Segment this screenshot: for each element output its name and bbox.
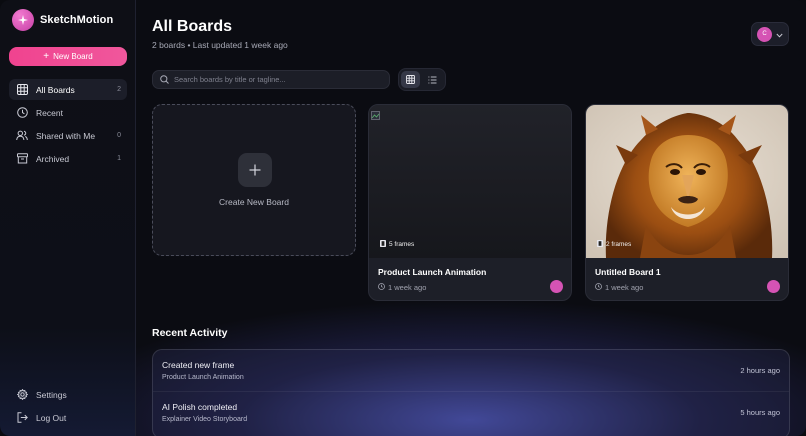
activity-item[interactable]: Created new frame Product Launch Animati…: [153, 350, 789, 390]
grid-view-button[interactable]: [401, 71, 420, 88]
sidebar-bottom-nav: Settings Log Out: [9, 384, 127, 430]
sidebar-item-label: Log Out: [36, 412, 67, 423]
grid-icon: [16, 84, 28, 96]
sidebar-item-label: Shared with Me: [36, 130, 96, 141]
activity-title: AI Polish completed: [162, 402, 238, 412]
sidebar-item-label: Settings: [36, 389, 67, 400]
new-board-label: New Board: [53, 52, 93, 61]
frames-count: 2 frames: [606, 241, 632, 248]
page-title: All Boards: [152, 18, 233, 35]
sidebar-item-count: 1: [117, 155, 121, 162]
sidebar-nav: All Boards 2 Recent Shared with Me 0 Arc…: [9, 79, 127, 171]
users-icon: [16, 130, 28, 142]
broken-image-icon: [371, 107, 380, 125]
avatar: [767, 280, 780, 293]
sidebar-item-all-boards[interactable]: All Boards 2: [9, 79, 127, 100]
gear-icon: [16, 389, 28, 401]
activity-time: 2 hours ago: [740, 366, 780, 375]
activity-title: Created new frame: [162, 360, 235, 370]
board-card[interactable]: 5 frames Product Launch Animation 1 week…: [368, 104, 572, 301]
frames-badge: 2 frames: [594, 239, 634, 250]
board-updated-text: 1 week ago: [605, 283, 644, 292]
list-icon: [428, 71, 437, 89]
board-updated: 1 week ago: [595, 283, 643, 292]
brand-name: SketchMotion: [40, 14, 114, 26]
film-icon: [597, 240, 603, 249]
clock-icon: [595, 283, 602, 292]
sidebar-item-recent[interactable]: Recent: [9, 102, 127, 123]
sidebar-item-label: All Boards: [36, 84, 75, 95]
avatar: C: [757, 26, 772, 42]
app-window: SketchMotion + New Board All Boards 2 Re…: [0, 0, 806, 436]
recent-activity-title: Recent Activity: [152, 327, 228, 339]
lion-illustration: [586, 105, 788, 258]
clock-icon: [16, 107, 28, 119]
avatar: [550, 280, 563, 293]
list-view-button[interactable]: [423, 71, 442, 88]
sidebar-item-settings[interactable]: Settings: [9, 384, 127, 405]
view-toggle: [398, 68, 446, 91]
search-bar[interactable]: [152, 70, 390, 89]
sidebar-item-label: Archived: [36, 153, 70, 164]
clock-icon: [378, 283, 385, 292]
frames-badge: 5 frames: [377, 239, 417, 250]
brand[interactable]: SketchMotion: [12, 9, 113, 31]
create-board-card[interactable]: Create New Board: [152, 104, 356, 256]
sidebar-item-archived[interactable]: Archived 1: [9, 148, 127, 169]
board-updated: 1 week ago: [378, 283, 426, 292]
new-board-button[interactable]: + New Board: [9, 47, 127, 66]
board-thumbnail-lion: 2 frames: [586, 105, 788, 258]
sidebar-item-logout[interactable]: Log Out: [9, 407, 127, 428]
plus-icon: [238, 153, 272, 187]
search-input[interactable]: [174, 75, 384, 84]
activity-board: Explainer Video Storyboard: [162, 416, 248, 423]
sidebar: SketchMotion + New Board All Boards 2 Re…: [0, 0, 136, 436]
main-content: All Boards 2 boards • Last updated 1 wee…: [136, 0, 806, 436]
create-board-label: Create New Board: [219, 197, 289, 207]
page-subtitle: 2 boards • Last updated 1 week ago: [152, 40, 288, 50]
sidebar-item-count: 0: [117, 132, 121, 139]
activity-board: Product Launch Animation: [162, 374, 244, 381]
board-thumbnail: 5 frames: [369, 105, 571, 258]
logout-icon: [16, 412, 28, 424]
activity-item[interactable]: AI Polish completed Explainer Video Stor…: [153, 391, 789, 431]
board-title: Product Launch Animation: [378, 267, 487, 277]
sparkle-logo-icon: [12, 9, 34, 31]
film-icon: [380, 240, 386, 249]
chevron-down-icon: [776, 25, 783, 43]
search-icon: [160, 71, 169, 89]
board-card[interactable]: 2 frames Untitled Board 1 1 week ago: [585, 104, 789, 301]
archive-icon: [16, 153, 28, 165]
frames-count: 5 frames: [389, 241, 415, 248]
sidebar-item-shared[interactable]: Shared with Me 0: [9, 125, 127, 146]
plus-icon: +: [43, 50, 50, 62]
board-updated-text: 1 week ago: [388, 283, 427, 292]
sidebar-item-label: Recent: [36, 107, 63, 118]
user-menu-button[interactable]: C: [751, 22, 789, 46]
board-title: Untitled Board 1: [595, 267, 661, 277]
sidebar-item-count: 2: [117, 86, 121, 93]
grid-icon: [406, 71, 415, 89]
recent-activity-list: Created new frame Product Launch Animati…: [152, 349, 790, 436]
activity-time: 5 hours ago: [740, 408, 780, 417]
